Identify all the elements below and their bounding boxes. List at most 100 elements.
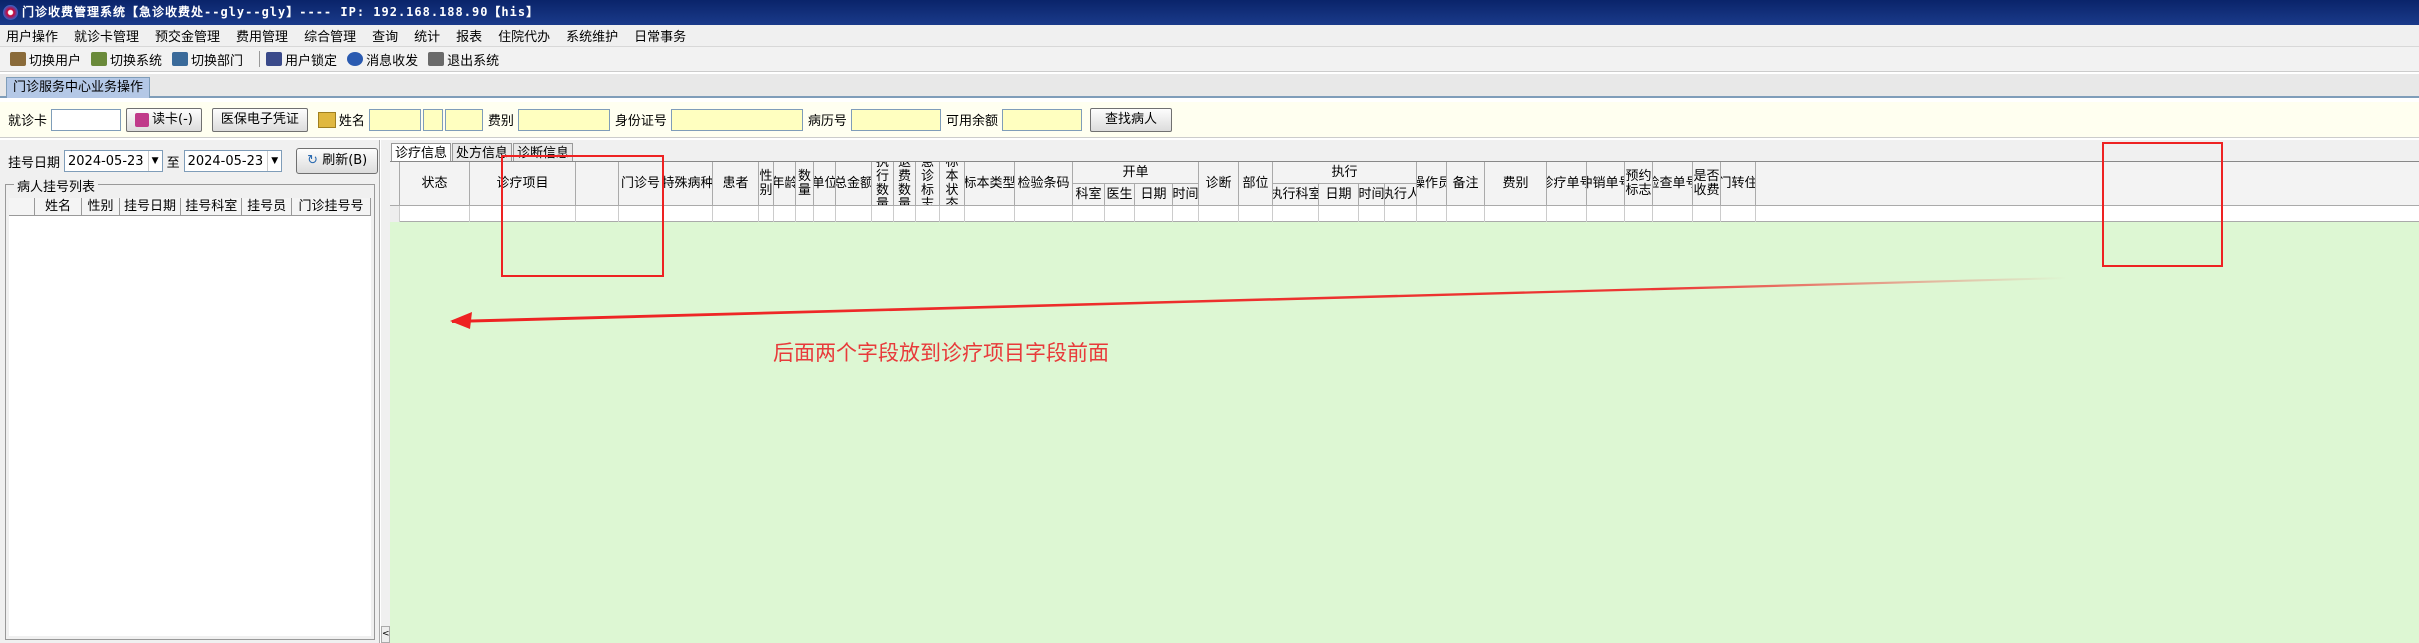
table-cell[interactable] — [894, 206, 916, 222]
table-cell[interactable] — [965, 206, 1015, 222]
col-order-doctor[interactable]: 医生 — [1105, 184, 1135, 206]
col-order-no[interactable]: 诊疗单号 — [1547, 162, 1587, 206]
col-quantity[interactable]: 数量 — [796, 162, 814, 206]
col-diagnosis[interactable]: 诊断 — [1199, 162, 1239, 206]
id-card-input[interactable] — [670, 108, 803, 131]
table-cell[interactable] — [663, 206, 713, 222]
col-total-amount[interactable]: 总金额 — [836, 162, 872, 206]
col-order-date[interactable]: 日期 — [1135, 184, 1173, 206]
table-cell[interactable] — [1105, 206, 1135, 222]
menu-fee-mgmt[interactable]: 费用管理 — [236, 26, 288, 45]
message-button[interactable]: 消息收发 — [347, 50, 418, 69]
menu-user-ops[interactable]: 用户操作 — [6, 26, 58, 45]
table-cell[interactable] — [774, 206, 796, 222]
table-cell[interactable] — [1653, 206, 1693, 222]
table-cell[interactable] — [1385, 206, 1417, 222]
list-body[interactable] — [9, 216, 371, 636]
col-header-sex[interactable]: 性别 — [82, 198, 120, 215]
table-cell[interactable] — [1359, 206, 1385, 222]
col-sex[interactable]: 性别 — [759, 162, 774, 206]
chevron-down-icon[interactable]: ▼ — [267, 151, 281, 171]
col-sample-status[interactable]: 标本状态 — [940, 162, 965, 206]
tab-outpatient-service[interactable]: 门诊服务中心业务操作 — [6, 77, 151, 98]
menu-inpatient-agent[interactable]: 住院代办 — [498, 26, 550, 45]
table-cell[interactable] — [1199, 206, 1239, 222]
date-from-picker[interactable]: 2024-05-23 ▼ — [64, 150, 163, 172]
col-sample-type[interactable]: 标本类型 — [965, 162, 1015, 206]
col-charged[interactable]: 是否收费 — [1693, 162, 1721, 206]
col-header-registrar[interactable]: 挂号员 — [242, 198, 292, 215]
table-cell[interactable] — [1173, 206, 1199, 222]
menu-system-maint[interactable]: 系统维护 — [566, 26, 618, 45]
table-cell[interactable] — [1547, 206, 1587, 222]
record-no-input[interactable] — [850, 108, 941, 131]
menu-query[interactable]: 查询 — [372, 26, 398, 45]
menu-general-mgmt[interactable]: 综合管理 — [304, 26, 356, 45]
table-cell[interactable] — [796, 206, 814, 222]
col-status[interactable]: 状态 — [400, 162, 470, 206]
table-cell[interactable] — [759, 206, 774, 222]
name-input-3[interactable] — [444, 108, 483, 131]
refresh-button[interactable]: ↻ 刷新(B) — [296, 148, 379, 174]
col-header-reg-dept[interactable]: 挂号科室 — [181, 198, 243, 215]
table-cell[interactable] — [713, 206, 759, 222]
col-order-dept[interactable]: 科室 — [1073, 184, 1105, 206]
table-cell[interactable] — [1273, 206, 1319, 222]
table-cell[interactable] — [916, 206, 940, 222]
name-input[interactable] — [368, 108, 421, 131]
col-patient[interactable]: 患者 — [713, 162, 759, 206]
table-cell[interactable] — [1417, 206, 1447, 222]
col-exec-quantity[interactable]: 执行数量 — [872, 162, 894, 206]
table-cell[interactable] — [1587, 206, 1625, 222]
card-input[interactable] — [51, 108, 122, 131]
chevron-down-icon[interactable]: ▼ — [147, 151, 162, 171]
table-cell[interactable] — [1015, 206, 1073, 222]
table-cell[interactable] — [1135, 206, 1173, 222]
menu-daily[interactable]: 日常事务 — [634, 26, 686, 45]
col-refund-quantity[interactable]: 退费数量 — [894, 162, 916, 206]
col-fee-type[interactable]: 费别 — [1485, 162, 1547, 206]
table-cell[interactable] — [1693, 206, 1721, 222]
col-header-reg-date[interactable]: 挂号日期 — [120, 198, 182, 215]
col-exec-time[interactable]: 时间 — [1359, 184, 1385, 206]
table-cell[interactable] — [400, 206, 470, 222]
menu-reports[interactable]: 报表 — [456, 26, 482, 45]
table-cell[interactable] — [1447, 206, 1485, 222]
table-cell[interactable] — [1485, 206, 1547, 222]
col-to-inpatient[interactable]: 门转住 — [1721, 162, 1756, 206]
exit-button[interactable]: 退出系统 — [428, 50, 499, 69]
table-cell[interactable] — [1239, 206, 1273, 222]
menu-card-mgmt[interactable]: 就诊卡管理 — [74, 26, 139, 45]
table-cell[interactable] — [814, 206, 836, 222]
col-reversal-no[interactable]: 冲销单号 — [1587, 162, 1625, 206]
date-to-picker[interactable]: 2024-05-23 ▼ — [183, 150, 283, 172]
tab-treatment-info[interactable]: 诊疗信息 — [391, 143, 452, 163]
col-body-part[interactable]: 部位 — [1239, 162, 1273, 206]
col-special-disease[interactable]: 特殊病种 — [663, 162, 713, 206]
col-exec-dept[interactable]: 执行科室 — [1273, 184, 1319, 206]
col-exec-date[interactable]: 日期 — [1319, 184, 1359, 206]
col-urgent-flag[interactable]: 急诊标志 — [916, 162, 940, 206]
col-lab-barcode[interactable]: 检验条码 — [1015, 162, 1073, 206]
scroll-left-button[interactable]: < — [381, 626, 390, 643]
table-cell[interactable] — [1319, 206, 1359, 222]
switch-system-button[interactable]: 切换系统 — [91, 50, 162, 69]
read-card-button[interactable]: 读卡(-) — [126, 107, 202, 132]
table-cell[interactable] — [872, 206, 894, 222]
menu-prepay-mgmt[interactable]: 预交金管理 — [155, 26, 220, 45]
find-patient-button[interactable]: 查找病人 — [1089, 107, 1172, 132]
name-input-2[interactable] — [422, 108, 443, 131]
fee-type-input[interactable] — [517, 108, 610, 131]
table-cell[interactable] — [1625, 206, 1653, 222]
col-operator[interactable]: 操作员 — [1417, 162, 1447, 206]
user-lock-button[interactable]: 用户锁定 — [266, 50, 337, 69]
col-booking-flag[interactable]: 预约标志 — [1625, 162, 1653, 206]
table-cell[interactable] — [940, 206, 965, 222]
col-age[interactable]: 年龄 — [774, 162, 796, 206]
table-cell[interactable] — [1073, 206, 1105, 222]
switch-user-button[interactable]: 切换用户 — [10, 50, 81, 69]
menu-stats[interactable]: 统计 — [414, 26, 440, 45]
col-executor[interactable]: 执行人 — [1385, 184, 1417, 206]
switch-department-button[interactable]: 切换部门 — [172, 50, 243, 69]
col-note[interactable]: 备注 — [1447, 162, 1485, 206]
